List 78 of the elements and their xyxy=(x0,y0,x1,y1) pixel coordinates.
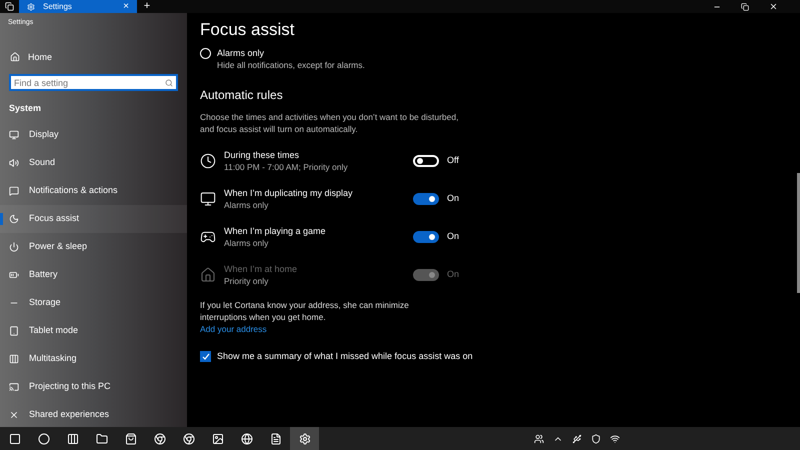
sidebar-item[interactable]: Power & sleep xyxy=(0,232,187,260)
sidebar-item[interactable]: Multitasking xyxy=(0,344,187,372)
usb-icon[interactable] xyxy=(572,434,582,444)
battery-icon xyxy=(9,270,19,280)
columns-icon xyxy=(9,354,19,364)
browser-icon xyxy=(182,432,194,444)
option-description: Hide all notifications, except for alarms. xyxy=(217,59,365,71)
checkbox[interactable] xyxy=(200,351,211,362)
cast-icon xyxy=(9,382,19,392)
rule-title: When I’m duplicating my display xyxy=(224,187,354,199)
window-icon[interactable] xyxy=(5,2,14,11)
circle-icon xyxy=(38,432,50,444)
moon-icon xyxy=(9,214,19,224)
search-field[interactable]: Find a setting xyxy=(9,74,178,91)
window-icon xyxy=(8,432,20,444)
toggle-state: Off xyxy=(447,154,459,168)
toggle-state: On xyxy=(447,268,460,282)
sidebar-item[interactable]: Sound xyxy=(0,148,187,176)
section-heading: Automatic rules xyxy=(200,87,284,104)
browser-icon xyxy=(154,432,166,444)
sidebar-item[interactable]: Focus assist xyxy=(0,204,187,232)
image-icon xyxy=(212,432,224,444)
sidebar-item[interactable]: Shared experiences xyxy=(0,400,187,428)
section-description: Choose the times and activities when you don’t want to be disturbed, and focus assist will turn on automatically. xyxy=(200,111,460,135)
sidebar-item[interactable]: Display xyxy=(0,120,187,148)
document-icon xyxy=(270,432,282,444)
clock-icon xyxy=(200,153,216,169)
settings-icon xyxy=(298,432,310,444)
settings-icon xyxy=(27,2,35,10)
browser-tab[interactable]: Settings × xyxy=(19,0,137,13)
rule-title: When I’m at home xyxy=(224,263,298,275)
sidebar-item[interactable]: Storage xyxy=(0,288,187,316)
rule-subtitle: Priority only xyxy=(224,275,270,287)
rule-subtitle: Alarms only xyxy=(224,199,270,211)
option-label: Alarms only xyxy=(217,47,266,59)
toggle-state: On xyxy=(447,192,460,206)
taskbar-button[interactable] xyxy=(290,427,319,450)
wifi-icon[interactable] xyxy=(610,434,620,444)
shield-icon[interactable] xyxy=(591,434,601,444)
search-icon xyxy=(165,78,173,86)
sidebar-item[interactable]: Battery xyxy=(0,260,187,288)
task-view-icon xyxy=(66,432,78,444)
new-tab[interactable]: + xyxy=(137,0,157,13)
gamepad-icon xyxy=(200,229,216,245)
toggle-switch[interactable] xyxy=(413,193,439,205)
sidebar-item[interactable]: Projecting to this PC xyxy=(0,372,187,400)
rule-title: During these times xyxy=(224,149,300,161)
restore-icon[interactable] xyxy=(741,2,749,10)
sidebar-item[interactable]: Notifications & actions xyxy=(0,176,187,204)
tablet-icon xyxy=(9,326,19,336)
power-icon xyxy=(9,242,19,252)
section-heading: System xyxy=(8,102,42,115)
sidebar-item[interactable]: Tablet mode xyxy=(0,316,187,344)
close-icon[interactable] xyxy=(769,2,778,11)
toggle-state: On xyxy=(447,230,460,244)
folder-icon xyxy=(96,432,108,444)
message-icon xyxy=(9,186,19,196)
bag-icon xyxy=(124,432,136,444)
cross-icon xyxy=(9,410,19,420)
monitor-icon xyxy=(200,191,216,207)
speaker-icon xyxy=(9,158,19,168)
home-icon xyxy=(200,267,216,283)
monitor-icon xyxy=(9,130,19,140)
checkbox-label: Show me a summary of what I missed while focus assist was on xyxy=(217,350,473,363)
home-link[interactable]: Home xyxy=(0,50,52,64)
tab-title: Settings xyxy=(43,0,73,12)
rule-title: When I’m playing a game xyxy=(224,225,327,237)
rule-subtitle: 11:00 PM - 7:00 AM; Priority only xyxy=(224,161,349,173)
toggle-switch[interactable] xyxy=(413,231,439,243)
globe-icon xyxy=(240,432,252,444)
rule-subtitle: Alarms only xyxy=(224,237,270,249)
tab-close[interactable]: × xyxy=(123,2,129,12)
radio-button[interactable] xyxy=(200,48,211,59)
people-icon[interactable] xyxy=(534,434,544,444)
add-address-link[interactable]: Add your address xyxy=(200,323,267,335)
cortana-note: If you let Cortana know your address, she can minimize interruptions when you get home. xyxy=(200,299,410,323)
home-icon xyxy=(10,52,20,62)
page-title: Focus assist xyxy=(200,20,296,40)
